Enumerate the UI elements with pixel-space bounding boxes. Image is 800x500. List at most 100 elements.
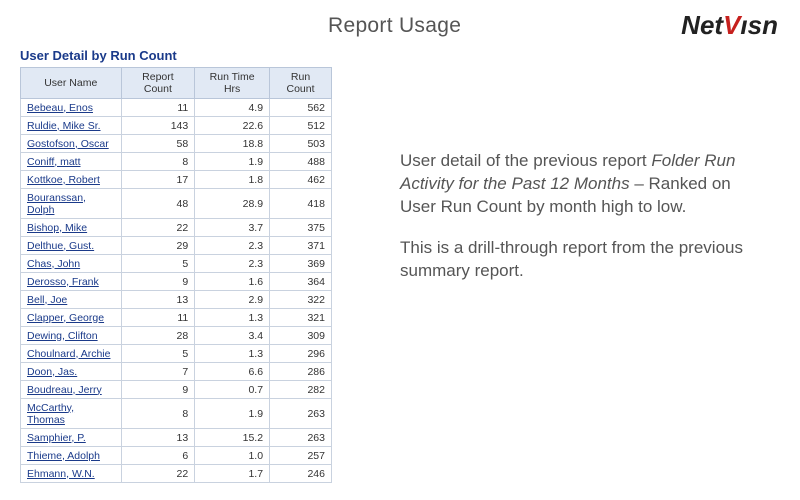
cell-run-time: 4.9: [195, 99, 270, 117]
cell-user-name: Coniff, matt: [21, 153, 122, 171]
table-row: Coniff, matt81.9488: [21, 153, 332, 171]
user-link[interactable]: Samphier, P.: [27, 432, 86, 444]
user-link[interactable]: Derosso, Frank: [27, 276, 99, 288]
cell-user-name: Samphier, P.: [21, 429, 122, 447]
cell-run-count: 296: [270, 345, 332, 363]
cell-run-time: 1.3: [195, 345, 270, 363]
cell-user-name: Derosso, Frank: [21, 273, 122, 291]
cell-run-count: 375: [270, 219, 332, 237]
cell-run-count: 488: [270, 153, 332, 171]
cell-run-count: 263: [270, 429, 332, 447]
user-link[interactable]: Ruldie, Mike Sr.: [27, 120, 101, 132]
user-link[interactable]: Gostofson, Oscar: [27, 138, 109, 150]
cell-run-time: 1.6: [195, 273, 270, 291]
table-row: Ehmann, W.N.221.7246: [21, 465, 332, 483]
user-link[interactable]: Boudreau, Jerry: [27, 384, 102, 396]
cell-report-count: 143: [121, 117, 195, 135]
table-header-row: User Name Report Count Run Time Hrs Run …: [21, 68, 332, 99]
cell-report-count: 58: [121, 135, 195, 153]
cell-report-count: 28: [121, 327, 195, 345]
user-link[interactable]: Clapper, George: [27, 312, 104, 324]
table-row: Thieme, Adolph61.0257: [21, 447, 332, 465]
cell-run-count: 246: [270, 465, 332, 483]
cell-report-count: 8: [121, 153, 195, 171]
user-link[interactable]: Kottkoe, Robert: [27, 174, 100, 186]
desc-p1-prefix: User detail of the previous report: [400, 151, 651, 170]
col-run-count: Run Count: [270, 68, 332, 99]
user-link[interactable]: Bell, Joe: [27, 294, 67, 306]
logo-part3: ısn: [740, 10, 778, 40]
description-p1: User detail of the previous report Folde…: [400, 150, 760, 219]
user-link[interactable]: Ehmann, W.N.: [27, 468, 95, 480]
table-row: Bebeau, Enos114.9562: [21, 99, 332, 117]
cell-user-name: Bebeau, Enos: [21, 99, 122, 117]
cell-user-name: Dewing, Clifton: [21, 327, 122, 345]
cell-run-count: 369: [270, 255, 332, 273]
user-link[interactable]: Bebeau, Enos: [27, 102, 93, 114]
cell-run-time: 1.0: [195, 447, 270, 465]
user-link[interactable]: Delthue, Gust.: [27, 240, 94, 252]
user-link[interactable]: Chas, John: [27, 258, 80, 270]
cell-report-count: 22: [121, 465, 195, 483]
col-report-count: Report Count: [121, 68, 195, 99]
cell-run-time: 18.8: [195, 135, 270, 153]
cell-user-name: Bell, Joe: [21, 291, 122, 309]
cell-run-time: 2.3: [195, 237, 270, 255]
description-p2: This is a drill-through report from the …: [400, 237, 760, 283]
table-row: Bell, Joe132.9322: [21, 291, 332, 309]
cell-user-name: Bishop, Mike: [21, 219, 122, 237]
user-link[interactable]: Bishop, Mike: [27, 222, 87, 234]
cell-run-count: 512: [270, 117, 332, 135]
cell-user-name: Ehmann, W.N.: [21, 465, 122, 483]
user-link[interactable]: Coniff, matt: [27, 156, 81, 168]
user-link[interactable]: McCarthy, Thomas: [27, 402, 74, 426]
cell-run-time: 28.9: [195, 189, 270, 219]
cell-user-name: Boudreau, Jerry: [21, 381, 122, 399]
report-title: User Detail by Run Count: [20, 48, 340, 63]
cell-run-count: 503: [270, 135, 332, 153]
user-link[interactable]: Doon, Jas.: [27, 366, 77, 378]
table-row: Chas, John52.3369: [21, 255, 332, 273]
cell-run-time: 15.2: [195, 429, 270, 447]
col-run-time: Run Time Hrs: [195, 68, 270, 99]
logo-part2: V: [723, 10, 740, 40]
table-row: Kottkoe, Robert171.8462: [21, 171, 332, 189]
cell-user-name: Doon, Jas.: [21, 363, 122, 381]
cell-user-name: Gostofson, Oscar: [21, 135, 122, 153]
user-detail-table: User Name Report Count Run Time Hrs Run …: [20, 67, 332, 483]
user-link[interactable]: Choulnard, Archie: [27, 348, 110, 360]
table-row: McCarthy, Thomas81.9263: [21, 399, 332, 429]
cell-report-count: 9: [121, 381, 195, 399]
cell-run-count: 418: [270, 189, 332, 219]
cell-report-count: 5: [121, 255, 195, 273]
cell-run-time: 1.9: [195, 399, 270, 429]
cell-user-name: Chas, John: [21, 255, 122, 273]
cell-user-name: Thieme, Adolph: [21, 447, 122, 465]
cell-report-count: 8: [121, 399, 195, 429]
report-panel: User Detail by Run Count User Name Repor…: [20, 48, 340, 483]
logo-part1: Net: [681, 10, 723, 40]
cell-run-count: 309: [270, 327, 332, 345]
cell-run-time: 1.3: [195, 309, 270, 327]
user-link[interactable]: Thieme, Adolph: [27, 450, 100, 462]
cell-user-name: Kottkoe, Robert: [21, 171, 122, 189]
cell-run-count: 371: [270, 237, 332, 255]
cell-user-name: Choulnard, Archie: [21, 345, 122, 363]
table-row: Clapper, George111.3321: [21, 309, 332, 327]
cell-report-count: 11: [121, 99, 195, 117]
cell-run-count: 257: [270, 447, 332, 465]
cell-run-count: 322: [270, 291, 332, 309]
cell-report-count: 9: [121, 273, 195, 291]
cell-run-count: 282: [270, 381, 332, 399]
cell-run-count: 321: [270, 309, 332, 327]
logo: NetVısn: [681, 10, 778, 41]
table-row: Delthue, Gust.292.3371: [21, 237, 332, 255]
user-link[interactable]: Bouranssan, Dolph: [27, 192, 86, 216]
table-row: Doon, Jas.76.6286: [21, 363, 332, 381]
cell-run-count: 462: [270, 171, 332, 189]
user-link[interactable]: Dewing, Clifton: [27, 330, 98, 342]
cell-report-count: 13: [121, 429, 195, 447]
cell-run-time: 2.9: [195, 291, 270, 309]
cell-run-time: 1.8: [195, 171, 270, 189]
cell-run-time: 0.7: [195, 381, 270, 399]
